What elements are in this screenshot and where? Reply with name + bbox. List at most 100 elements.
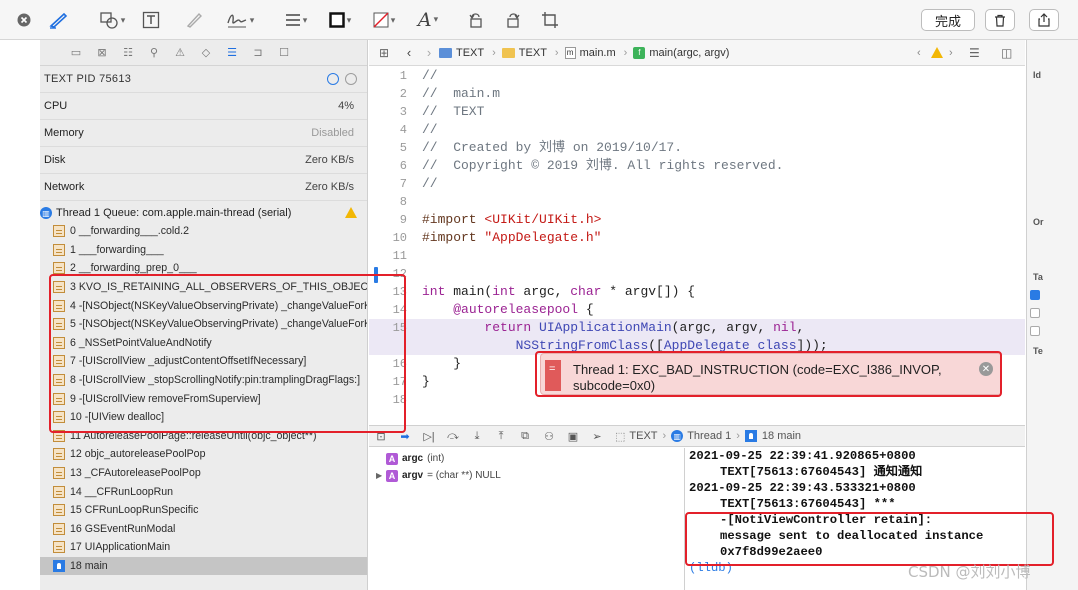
metric-label: Memory xyxy=(44,127,84,139)
checkbox[interactable] xyxy=(1030,308,1040,318)
debug-breadcrumb-app[interactable]: ⬚ TEXT xyxy=(615,430,658,443)
test-icon[interactable]: ◇ xyxy=(200,46,212,59)
line-number: 13 xyxy=(392,285,407,299)
highlight-icon[interactable] xyxy=(183,9,205,31)
breadcrumb-file[interactable]: m main.m xyxy=(564,46,616,59)
code-line: 9 #import <UIKit/UIKit.h> xyxy=(369,211,1025,229)
code-line: 7// xyxy=(369,175,1025,193)
markup-toolbar: ▾ ▾ ▾ ▾ ▾ A ▾ 完成 xyxy=(0,0,1078,40)
metric-disk[interactable]: Disk Zero KB/s xyxy=(40,147,367,174)
metric-network[interactable]: Network Zero KB/s xyxy=(40,174,367,201)
done-button[interactable]: 完成 xyxy=(921,9,975,31)
rotate-right-icon[interactable] xyxy=(503,9,523,31)
hide-debug-area-icon[interactable]: ⊡ xyxy=(369,430,393,443)
debug-breadcrumb-thread[interactable]: ▥ Thread 1 xyxy=(671,430,731,442)
text-box-icon[interactable] xyxy=(141,9,161,31)
breadcrumb-folder[interactable]: TEXT xyxy=(501,47,547,59)
line-number: 2 xyxy=(399,87,407,101)
variable-row[interactable]: A argc (int) xyxy=(369,450,684,467)
minimap-icon[interactable]: ☰ xyxy=(969,46,980,60)
location-icon[interactable]: ➢ xyxy=(585,430,609,443)
shapes-icon[interactable]: ▾ xyxy=(94,9,130,31)
warning-icon[interactable] xyxy=(931,47,943,58)
variable-row[interactable]: ▶ A argv = (char **) NULL xyxy=(369,467,684,484)
related-items-icon[interactable]: ⊞ xyxy=(369,46,399,60)
stack-frame[interactable]: 12 objc_autoreleasePoolPop xyxy=(40,445,367,464)
stack-frame[interactable]: 2 __forwarding_prep_0___ xyxy=(40,259,367,278)
frame-icon xyxy=(53,485,65,498)
checkbox[interactable] xyxy=(1030,290,1040,300)
signature-icon[interactable]: ▾ xyxy=(222,9,258,31)
stack-frame[interactable]: 15 CFRunLoopRunSpecific xyxy=(40,501,367,520)
find-icon[interactable]: ⚲ xyxy=(148,46,160,59)
report-icon[interactable]: ☐ xyxy=(278,46,290,59)
font-icon[interactable]: A ▾ xyxy=(411,9,445,31)
border-color-icon[interactable]: ▾ xyxy=(324,9,356,31)
split-editor-icon[interactable]: ◫ xyxy=(1001,46,1012,60)
stack-frame[interactable]: 14 __CFRunLoopRun xyxy=(40,482,367,501)
stack-frame[interactable]: 8 -[UIScrollView _stopScrollingNotify:pi… xyxy=(40,371,367,390)
stack-frame[interactable]: 1 ___forwarding___ xyxy=(40,241,367,260)
chevron-right-icon[interactable]: › xyxy=(949,47,953,59)
crop-icon[interactable] xyxy=(540,9,560,31)
source-control-icon[interactable]: ⊠ xyxy=(96,46,108,59)
pen-icon[interactable] xyxy=(46,9,72,31)
pause-icon[interactable] xyxy=(345,73,357,85)
rotate-left-icon[interactable] xyxy=(466,9,486,31)
debug-breadcrumb-frame[interactable]: 18 main xyxy=(744,430,801,442)
disclosure-triangle-icon[interactable]: ▶ xyxy=(376,471,386,480)
view-hierarchy-icon[interactable]: ⧉ xyxy=(513,430,537,443)
breakpoint-marker[interactable] xyxy=(374,267,378,283)
step-out-icon[interactable]: ⤒ xyxy=(489,430,513,443)
back-icon[interactable]: ‹ xyxy=(399,45,419,60)
continue-icon[interactable]: ▷| xyxy=(417,430,441,443)
process-row[interactable]: TEXT PID 75613 xyxy=(40,66,367,93)
stack-frame[interactable]: 6 _NSSetPointValueAndNotify xyxy=(40,334,367,353)
share-icon[interactable] xyxy=(1029,9,1059,31)
folder-icon[interactable]: ▭ xyxy=(70,46,82,59)
inspector-label: Te xyxy=(1033,346,1043,356)
stack-frame[interactable]: 16 GSEventRunModal xyxy=(40,520,367,539)
issue-icon[interactable]: ⚠ xyxy=(174,46,186,59)
breadcrumb-function[interactable]: f main(argc, argv) xyxy=(633,46,729,59)
stack-frame[interactable]: 10 -[UIView dealloc] xyxy=(40,408,367,427)
code-line: 3// TEXT xyxy=(369,103,1025,121)
metric-label: Disk xyxy=(44,154,66,166)
stack-frame[interactable]: 4 -[NSObject(NSKeyValueObservingPrivate)… xyxy=(40,296,367,315)
step-over-icon[interactable]: ⤼ xyxy=(441,430,465,443)
stack-frame[interactable]: 11 AutoreleasePoolPage::releaseUntil(obj… xyxy=(40,427,367,446)
stack-frame[interactable]: 5 -[NSObject(NSKeyValueObservingPrivate)… xyxy=(40,315,367,334)
stack-frame[interactable]: 17 UIApplicationMain xyxy=(40,538,367,557)
stack-frame[interactable]: 7 -[UIScrollView _adjustContentOffsetIfN… xyxy=(40,352,367,371)
trash-icon[interactable] xyxy=(985,9,1015,31)
thread-row[interactable]: ▥ Thread 1 Queue: com.apple.main-thread … xyxy=(40,204,367,222)
close-icon[interactable]: ✕ xyxy=(979,362,993,376)
line-number: 16 xyxy=(392,357,407,371)
breakpoints-toggle-icon[interactable]: ➡ xyxy=(393,430,417,443)
stack-frame[interactable]: 9 -[UIScrollView removeFromSuperview] xyxy=(40,389,367,408)
chevron-left-icon[interactable]: ‹ xyxy=(917,47,921,59)
stack-frame[interactable]: 3 KVO_IS_RETAINING_ALL_OBSERVERS_OF_THIS… xyxy=(40,278,367,297)
error-annotation[interactable]: Thread 1: EXC_BAD_INSTRUCTION (code=EXC_… xyxy=(540,353,1002,395)
variable-name: argv xyxy=(402,470,424,481)
line-style-icon[interactable]: ▾ xyxy=(280,9,312,31)
breadcrumb-project[interactable]: TEXT xyxy=(439,47,484,59)
fill-color-icon[interactable]: ▾ xyxy=(367,9,401,31)
forward-icon[interactable]: › xyxy=(419,45,439,60)
metric-memory[interactable]: Memory Disabled xyxy=(40,120,367,147)
frame-icon xyxy=(53,467,65,480)
frame-label: 7 -[UIScrollView _adjustContentOffsetIfN… xyxy=(70,355,307,368)
checkbox[interactable] xyxy=(1030,326,1040,336)
stack-frame-selected[interactable]: 18 main xyxy=(40,556,367,576)
step-into-icon[interactable]: ⤓ xyxy=(465,430,489,443)
memory-graph-icon[interactable]: ⚇ xyxy=(537,430,561,443)
symbol-icon[interactable]: ☷ xyxy=(122,46,134,59)
metric-cpu[interactable]: CPU 4% xyxy=(40,93,367,120)
debug-icon[interactable]: ☰ xyxy=(226,46,238,59)
breakpoint-icon[interactable]: ⊐ xyxy=(252,46,264,59)
stack-frame[interactable]: 13 _CFAutoreleasePoolPop xyxy=(40,464,367,483)
environment-icon[interactable]: ▣ xyxy=(561,430,585,443)
stack-frame[interactable]: 0 __forwarding___.cold.2 xyxy=(40,222,367,241)
frame-label: 9 -[UIScrollView removeFromSuperview] xyxy=(70,392,261,405)
close-icon[interactable] xyxy=(16,9,32,31)
